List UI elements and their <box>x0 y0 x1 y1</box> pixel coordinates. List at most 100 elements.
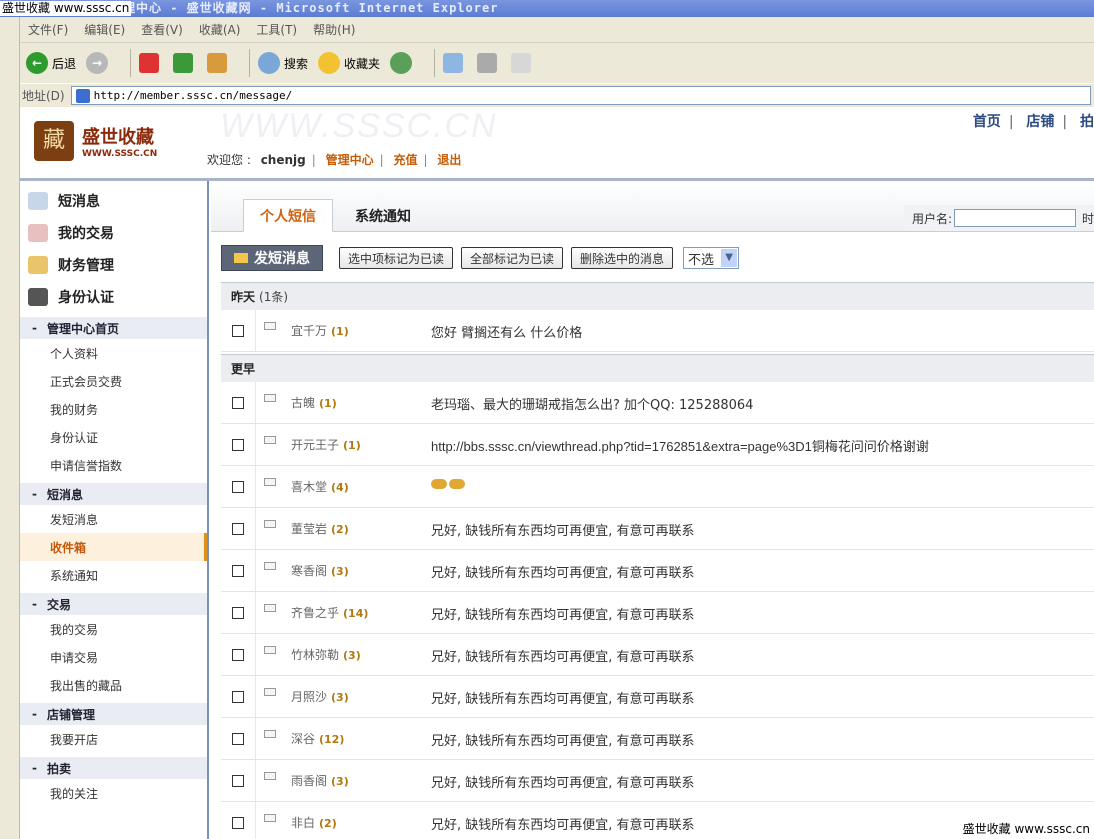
message-row[interactable]: 雨香阁 (3) 兄好, 缺钱所有东西均可再便宜, 有意可再联系 <box>221 760 1094 802</box>
mark-selected-read-button[interactable]: 选中项标记为已读 <box>339 247 454 269</box>
row-checkbox[interactable] <box>232 396 244 409</box>
select-dropdown[interactable]: 不选 ▼ <box>683 247 740 269</box>
row-checkbox[interactable] <box>232 648 244 661</box>
menu-file[interactable]: 文件(F) <box>28 21 68 38</box>
group-header[interactable]: - 拍卖 <box>20 757 207 779</box>
message-row[interactable]: 董莹岩 (2) 兄好, 缺钱所有东西均可再便宜, 有意可再联系 <box>221 508 1094 550</box>
message-row[interactable]: 齐鲁之乎 (14) 兄好, 缺钱所有东西均可再便宜, 有意可再联系 <box>221 592 1094 634</box>
message-text[interactable]: 兄好, 缺钱所有东西均可再便宜, 有意可再联系 <box>431 730 695 749</box>
sender[interactable]: 开元王子 (1) <box>291 436 361 453</box>
message-text[interactable]: 兄好, 缺钱所有东西均可再便宜, 有意可再联系 <box>431 814 695 833</box>
link-recharge[interactable]: 充值 <box>394 153 418 167</box>
message-text[interactable]: 兄好, 缺钱所有东西均可再便宜, 有意可再联系 <box>431 520 695 539</box>
delete-selected-button[interactable]: 删除选中的消息 <box>571 247 674 269</box>
sidebar-link-inbox[interactable]: 收件箱 <box>20 533 207 561</box>
group-header[interactable]: - 交易 <box>20 593 207 615</box>
message-text[interactable]: 兄好, 缺钱所有东西均可再便宜, 有意可再联系 <box>431 646 695 665</box>
stop-button[interactable] <box>139 53 163 73</box>
favorites-button[interactable]: 收藏夹 <box>318 52 380 74</box>
sidebar-link-profile[interactable]: 个人资料 <box>20 339 207 367</box>
message-row[interactable]: 宜千万 (1) 您好 臂搁还有么 什么价格 <box>221 310 1094 352</box>
nav-auction[interactable]: 拍 <box>1080 114 1094 130</box>
group-header[interactable]: - 店铺管理 <box>20 703 207 725</box>
print-button[interactable] <box>477 53 501 73</box>
message-row[interactable]: 开元王子 (1) http://bbs.sssc.cn/viewthread.ph… <box>221 424 1094 466</box>
sidebar-item-trades[interactable]: 我的交易 <box>20 217 207 249</box>
row-checkbox[interactable] <box>232 816 244 829</box>
sidebar-item-finance[interactable]: 财务管理 <box>20 249 207 281</box>
sidebar-link-watchlist[interactable]: 我的关注 <box>20 779 207 807</box>
row-checkbox[interactable] <box>232 732 244 745</box>
menu-edit[interactable]: 编辑(E) <box>84 21 125 38</box>
sender[interactable]: 月照沙 (3) <box>291 688 349 705</box>
sender[interactable]: 喜木堂 (4) <box>291 478 349 495</box>
sidebar-link-my-trades[interactable]: 我的交易 <box>20 615 207 643</box>
sidebar-item-identity[interactable]: 身份认证 <box>20 281 207 313</box>
sender[interactable]: 董莹岩 (2) <box>291 520 349 537</box>
message-row[interactable]: 竹林弥勒 (3) 兄好, 缺钱所有东西均可再便宜, 有意可再联系 <box>221 634 1094 676</box>
sender[interactable]: 雨香阁 (3) <box>291 772 349 789</box>
mail-button[interactable] <box>443 53 467 73</box>
sender[interactable]: 竹林弥勒 (3) <box>291 646 361 663</box>
row-checkbox[interactable] <box>232 564 244 577</box>
sidebar-link-open-shop[interactable]: 我要开店 <box>20 725 207 753</box>
forward-button[interactable]: → <box>86 52 112 74</box>
link-admin-center[interactable]: 管理中心 <box>326 153 374 167</box>
menu-help[interactable]: 帮助(H) <box>313 21 355 38</box>
home-button[interactable] <box>207 53 231 73</box>
nav-home[interactable]: 首页 <box>973 114 1001 130</box>
message-row[interactable]: 深谷 (12) 兄好, 缺钱所有东西均可再便宜, 有意可再联系 <box>221 718 1094 760</box>
message-text[interactable]: 您好 臂搁还有么 什么价格 <box>431 322 582 341</box>
row-checkbox[interactable] <box>232 606 244 619</box>
message-row[interactable]: 寒香阁 (3) 兄好, 缺钱所有东西均可再便宜, 有意可再联系 <box>221 550 1094 592</box>
back-button[interactable]: ← 后退 <box>26 52 76 74</box>
link-logout[interactable]: 退出 <box>437 153 461 167</box>
search-button[interactable]: 搜索 <box>258 52 308 74</box>
address-input[interactable]: http://member.sssc.cn/message/ <box>70 86 1091 105</box>
tab-personal-messages[interactable]: 个人短信 <box>243 199 333 232</box>
row-checkbox[interactable] <box>232 522 244 535</box>
tab-system-notifications[interactable]: 系统通知 <box>343 199 423 232</box>
sender[interactable]: 齐鲁之乎 (14) <box>291 604 368 621</box>
history-button[interactable] <box>390 52 416 74</box>
sender[interactable]: 非白 (2) <box>291 814 337 831</box>
message-row[interactable]: 古魄 (1) 老玛瑙、最大的珊瑚戒指怎么出? 加个QQ: 125288064 <box>221 382 1094 424</box>
message-text[interactable]: 兄好, 缺钱所有东西均可再便宜, 有意可再联系 <box>431 562 695 581</box>
message-text[interactable]: http://bbs.sssc.cn/viewthread.php?tid=17… <box>431 436 929 455</box>
group-header[interactable]: - 短消息 <box>20 483 207 505</box>
send-message-button[interactable]: 发短消息 <box>221 245 323 271</box>
message-text[interactable]: 兄好, 缺钱所有东西均可再便宜, 有意可再联系 <box>431 604 695 623</box>
sidebar-link-credit[interactable]: 申请信誉指数 <box>20 451 207 479</box>
menu-favorites[interactable]: 收藏(A) <box>199 21 241 38</box>
message-emoticons[interactable] <box>431 478 467 493</box>
message-text[interactable]: 兄好, 缺钱所有东西均可再便宜, 有意可再联系 <box>431 772 695 791</box>
sender[interactable]: 古魄 (1) <box>291 394 337 411</box>
nav-shop[interactable]: 店铺 <box>1026 114 1054 130</box>
row-checkbox[interactable] <box>232 480 244 493</box>
message-text[interactable]: 老玛瑙、最大的珊瑚戒指怎么出? 加个QQ: 125288064 <box>431 394 753 413</box>
sidebar-link-sold-items[interactable]: 我出售的藏品 <box>20 671 207 699</box>
sender[interactable]: 寒香阁 (3) <box>291 562 349 579</box>
row-checkbox[interactable] <box>232 774 244 787</box>
row-checkbox[interactable] <box>232 690 244 703</box>
row-checkbox[interactable] <box>232 324 244 337</box>
sidebar-link-identity[interactable]: 身份认证 <box>20 423 207 451</box>
edit-button[interactable] <box>511 53 535 73</box>
message-row[interactable]: 喜木堂 (4) <box>221 466 1094 508</box>
site-logo[interactable]: 藏 盛世收藏 WWW.SSSC.CN <box>34 121 157 161</box>
sidebar-link-apply-trade[interactable]: 申请交易 <box>20 643 207 671</box>
refresh-button[interactable] <box>173 53 197 73</box>
sidebar-item-messages[interactable]: 短消息 <box>20 185 207 217</box>
menu-view[interactable]: 查看(V) <box>141 21 183 38</box>
username-input[interactable] <box>953 209 1076 227</box>
sidebar-link-send-message[interactable]: 发短消息 <box>20 505 207 533</box>
row-checkbox[interactable] <box>232 438 244 451</box>
menu-tools[interactable]: 工具(T) <box>256 21 297 38</box>
sidebar-link-finance[interactable]: 我的财务 <box>20 395 207 423</box>
message-text[interactable]: 兄好, 缺钱所有东西均可再便宜, 有意可再联系 <box>431 688 695 707</box>
sender[interactable]: 深谷 (12) <box>291 730 344 747</box>
sidebar-link-notifications[interactable]: 系统通知 <box>20 561 207 589</box>
sidebar-link-membership[interactable]: 正式会员交费 <box>20 367 207 395</box>
group-header[interactable]: - 管理中心首页 <box>20 317 207 339</box>
mark-all-read-button[interactable]: 全部标记为已读 <box>461 247 564 269</box>
